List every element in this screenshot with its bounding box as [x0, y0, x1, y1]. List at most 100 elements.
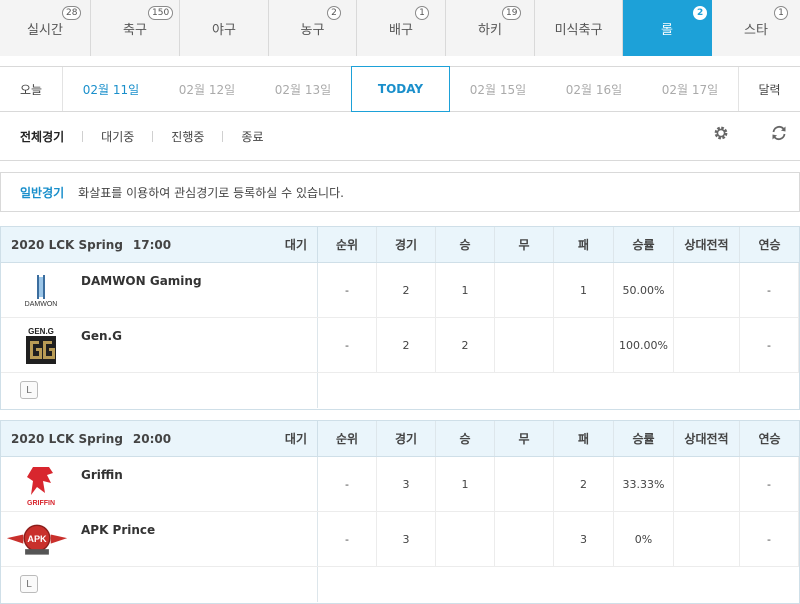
- team-row[interactable]: GEN.G Gen.G - 2 2 100.00% -: [1, 318, 799, 373]
- footer-left: L: [1, 373, 318, 408]
- match-footer: L: [1, 373, 799, 408]
- cell-win: [436, 512, 495, 566]
- cell-win-rate: 50.00%: [614, 263, 674, 317]
- tab-basketball[interactable]: 농구 2: [269, 0, 357, 56]
- match-status: 대기: [284, 432, 307, 446]
- date-0217[interactable]: 02월 17일: [642, 67, 738, 111]
- team-cell: DAMWON DAMWON Gaming: [1, 263, 318, 317]
- team-name[interactable]: APK Prince: [81, 523, 155, 537]
- divider: [82, 130, 84, 142]
- gear-icon[interactable]: [712, 124, 730, 142]
- cell-games: 2: [377, 263, 436, 317]
- tab-hockey[interactable]: 하키 19: [446, 0, 535, 56]
- tab-live[interactable]: 실시간 28: [0, 0, 91, 56]
- col-rank: 순위: [318, 421, 377, 456]
- info-text: 화살표를 이용하여 관심경기로 등록하실 수 있습니다.: [78, 185, 344, 200]
- date-today[interactable]: TODAY: [351, 66, 450, 112]
- divider: [222, 130, 224, 142]
- tab-label: 실시간: [27, 22, 63, 38]
- col-games: 경기: [377, 227, 436, 262]
- tab-label: 배구: [389, 22, 413, 38]
- col-head-to-head: 상대전적: [674, 421, 740, 456]
- date-0211[interactable]: 02월 11일: [63, 67, 159, 111]
- filter-all[interactable]: 전체경기: [20, 128, 64, 145]
- cell-head-to-head: [674, 512, 740, 566]
- team-name[interactable]: Gen.G: [81, 329, 122, 343]
- col-win-rate: 승률: [614, 227, 674, 262]
- griffin-logo: GRIFFIN: [9, 463, 73, 507]
- today-link[interactable]: 오늘: [0, 67, 63, 111]
- filter-bar: 전체경기 대기중 진행중 종료: [0, 112, 800, 161]
- cell-rank: -: [318, 318, 377, 372]
- lineup-icon[interactable]: L: [20, 381, 38, 399]
- col-head-to-head: 상대전적: [674, 227, 740, 262]
- cell-loss: 1: [554, 263, 614, 317]
- cell-streak: -: [740, 512, 799, 566]
- filter-waiting[interactable]: 대기중: [101, 128, 134, 145]
- team-name[interactable]: Griffin: [81, 468, 123, 482]
- divider: [152, 130, 154, 142]
- calendar-button[interactable]: 달력: [738, 67, 800, 111]
- cell-games: 3: [377, 457, 436, 511]
- match-group: 2020 LCK Spring 17:00 대기 순위 경기 승 무 패 승률 …: [0, 226, 800, 410]
- match-group: 2020 LCK Spring 20:00 대기 순위 경기 승 무 패 승률 …: [0, 420, 800, 604]
- refresh-icon[interactable]: [770, 124, 788, 142]
- cell-win-rate: 100.00%: [614, 318, 674, 372]
- team-row[interactable]: GRIFFIN Griffin - 3 1 2 33.33% -: [1, 457, 799, 512]
- cell-rank: -: [318, 263, 377, 317]
- tab-badge: 150: [148, 6, 174, 20]
- tab-badge: 1: [774, 6, 788, 20]
- tab-label: 스타: [744, 22, 768, 38]
- cell-head-to-head: [674, 263, 740, 317]
- tab-lol[interactable]: 롤 2: [623, 0, 712, 56]
- footer-right: [318, 567, 799, 602]
- date-bar: 오늘 02월 11일 02월 12일 02월 13일 TODAY 02월 15일…: [0, 66, 800, 112]
- cell-loss: 2: [554, 457, 614, 511]
- team-name[interactable]: DAMWON Gaming: [81, 274, 202, 288]
- tab-soccer[interactable]: 축구 150: [91, 0, 180, 56]
- cell-head-to-head: [674, 318, 740, 372]
- col-draw: 무: [495, 227, 554, 262]
- col-streak: 연승: [758, 432, 781, 446]
- cell-win: 1: [436, 263, 495, 317]
- team-row[interactable]: APK APK Prince - 3 3 0% -: [1, 512, 799, 567]
- league-name: 2020 LCK Spring: [11, 431, 123, 446]
- cell-draw: [495, 263, 554, 317]
- lineup-icon[interactable]: L: [20, 575, 38, 593]
- cell-streak: -: [740, 457, 799, 511]
- date-0216[interactable]: 02월 16일: [546, 67, 642, 111]
- date-0213[interactable]: 02월 13일: [255, 67, 351, 111]
- team-cell: GRIFFIN Griffin: [1, 457, 318, 511]
- cell-loss: [554, 318, 614, 372]
- cell-win: 2: [436, 318, 495, 372]
- tab-badge: 2: [693, 6, 708, 20]
- cell-win: 1: [436, 457, 495, 511]
- logo-text: DAMWON: [25, 301, 58, 308]
- league-name: 2020 LCK Spring: [11, 237, 123, 252]
- tab-badge: 19: [502, 6, 522, 20]
- filter-finished[interactable]: 종료: [241, 128, 263, 145]
- date-0212[interactable]: 02월 12일: [159, 67, 255, 111]
- tab-starcraft[interactable]: 스타 1: [712, 0, 800, 56]
- tab-label: 롤: [661, 22, 673, 38]
- tab-american-football[interactable]: 미식축구: [535, 0, 623, 56]
- match-title: 2020 LCK Spring 17:00 대기: [1, 227, 318, 262]
- col-streak: 연승: [758, 238, 781, 252]
- tab-baseball[interactable]: 야구: [180, 0, 269, 56]
- team-cell: APK APK Prince: [1, 512, 318, 566]
- match-header: 2020 LCK Spring 17:00 대기 순위 경기 승 무 패 승률 …: [1, 227, 799, 263]
- tab-volleyball[interactable]: 배구 1: [357, 0, 446, 56]
- tab-badge: 1: [415, 6, 429, 20]
- team-row[interactable]: DAMWON DAMWON Gaming - 2 1 1 50.00% -: [1, 263, 799, 318]
- damwon-logo: DAMWON: [9, 269, 73, 313]
- cell-rank: -: [318, 457, 377, 511]
- col-win: 승: [436, 227, 495, 262]
- info-bar: 일반경기 화살표를 이용하여 관심경기로 등록하실 수 있습니다.: [0, 172, 800, 212]
- date-0215[interactable]: 02월 15일: [450, 67, 546, 111]
- cell-loss: 3: [554, 512, 614, 566]
- cell-games: 2: [377, 318, 436, 372]
- cell-draw: [495, 457, 554, 511]
- match-header: 2020 LCK Spring 20:00 대기 순위 경기 승 무 패 승률 …: [1, 421, 799, 457]
- tab-label: 축구: [123, 22, 147, 38]
- filter-in-progress[interactable]: 진행중: [171, 128, 204, 145]
